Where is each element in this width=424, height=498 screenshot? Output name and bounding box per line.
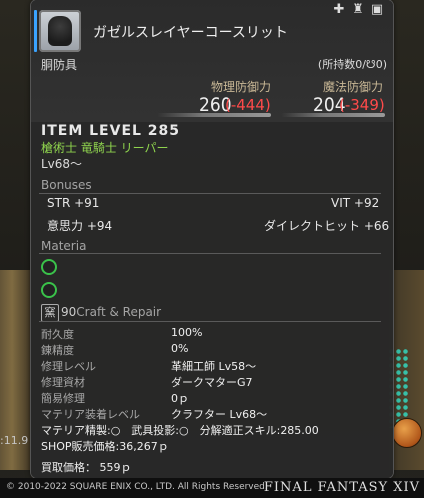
mag-defense-diff: (-349)	[339, 96, 385, 114]
game-logo: FINAL FANTASY XIV	[263, 480, 420, 495]
hq-icon: ☋	[365, 58, 376, 71]
bonus-vit: VIT +92	[331, 196, 380, 210]
bonus-str: STR +91	[47, 196, 100, 210]
footer-bar: © 2010-2022 SQUARE ENIX CO., LTD. All Ri…	[0, 478, 424, 498]
materia-divider	[39, 253, 381, 254]
repair-material-value: ダークマターG7	[171, 376, 253, 389]
quick-repair-value: 0ｐ	[171, 392, 189, 405]
materia-meld-level-label: マテリア装着レベル	[41, 408, 140, 421]
durability-label: 耐久度	[41, 328, 74, 341]
hud-round-button[interactable]	[392, 418, 422, 448]
copyright: © 2010-2022 SQUARE ENIX CO., LTD. All Ri…	[6, 482, 268, 492]
camera-icon[interactable]: ▣	[369, 2, 385, 18]
equippable-jobs: 槍術士 竜騎士 リーパー	[41, 141, 169, 155]
item-name: ガゼルスレイヤーコースリット	[93, 25, 288, 41]
quick-repair-label: 簡易修理	[41, 392, 85, 405]
lock-icon[interactable]: ♜	[350, 2, 366, 18]
craft-title: 90Craft & Repair	[61, 305, 161, 319]
tooltip-icon-bar: ✚ ♜ ▣	[331, 2, 385, 18]
mag-defense-bar	[281, 113, 385, 117]
owned-count-suffix: 0)	[375, 58, 387, 71]
craft-icon: 窯	[41, 304, 59, 322]
bonus-direct-hit: ダイレクトヒット +66	[264, 219, 390, 233]
buy-price: 買取価格： 559ｐ	[41, 461, 132, 474]
materia-extract-line: マテリア精製:○ 武具投影:○ 分解適正スキル:285.00	[41, 424, 319, 437]
durability-value: 100%	[171, 326, 203, 339]
bonus-mnd: 意思力 +94	[47, 219, 113, 233]
spiritbond-label: 錬精度	[41, 344, 74, 357]
item-level: ITEM LEVEL 285	[41, 123, 181, 139]
mag-defense-label: 魔法防御力	[323, 80, 384, 94]
craft-level: 90	[61, 305, 77, 319]
materia-slot[interactable]	[41, 259, 57, 275]
background-scene-left: :11.9	[0, 270, 30, 470]
repair-material-label: 修理資材	[41, 376, 85, 389]
level-requirement: Lv68～	[41, 157, 83, 171]
equip-slot: 胴防具	[41, 58, 78, 72]
craft-title-text: Craft & Repair	[76, 305, 162, 319]
repair-level-label: 修理レベル	[41, 360, 96, 373]
craft-divider	[39, 321, 381, 322]
owned-count: (所持数0/☋0)	[318, 56, 387, 72]
phys-defense-diff: (-444)	[225, 96, 271, 114]
armor-icon	[48, 16, 72, 46]
spiritbond-value: 0%	[171, 342, 189, 355]
background-text: :11.9	[0, 434, 29, 447]
item-tooltip: ガゼルスレイヤーコースリット ✚ ♜ ▣ 胴防具 (所持数0/☋0) 物理防御力…	[31, 0, 393, 478]
materia-slot[interactable]	[41, 282, 57, 298]
tooltip-header: ガゼルスレイヤーコースリット ✚ ♜ ▣ 胴防具 (所持数0/☋0) 物理防御力…	[31, 0, 393, 122]
shop-price: SHOP販売価格:36,267ｐ	[41, 440, 169, 453]
repair-level-value: 革細工師 Lv58～	[171, 360, 257, 373]
phys-defense-bar	[157, 113, 271, 117]
owned-count-prefix: (所持数0/	[317, 58, 366, 71]
plus-icon[interactable]: ✚	[331, 2, 347, 18]
materia-title: Materia	[41, 239, 87, 253]
materia-meld-level-value: クラフター Lv68～	[171, 408, 268, 421]
item-icon	[34, 10, 81, 52]
bonuses-divider	[39, 193, 381, 194]
phys-defense-label: 物理防御力	[211, 80, 272, 94]
bonuses-title: Bonuses	[41, 178, 92, 192]
game-screen: :11.9 ガゼルスレイヤーコースリット ✚ ♜ ▣ 胴防具 (所持数0/☋0)…	[0, 0, 424, 498]
